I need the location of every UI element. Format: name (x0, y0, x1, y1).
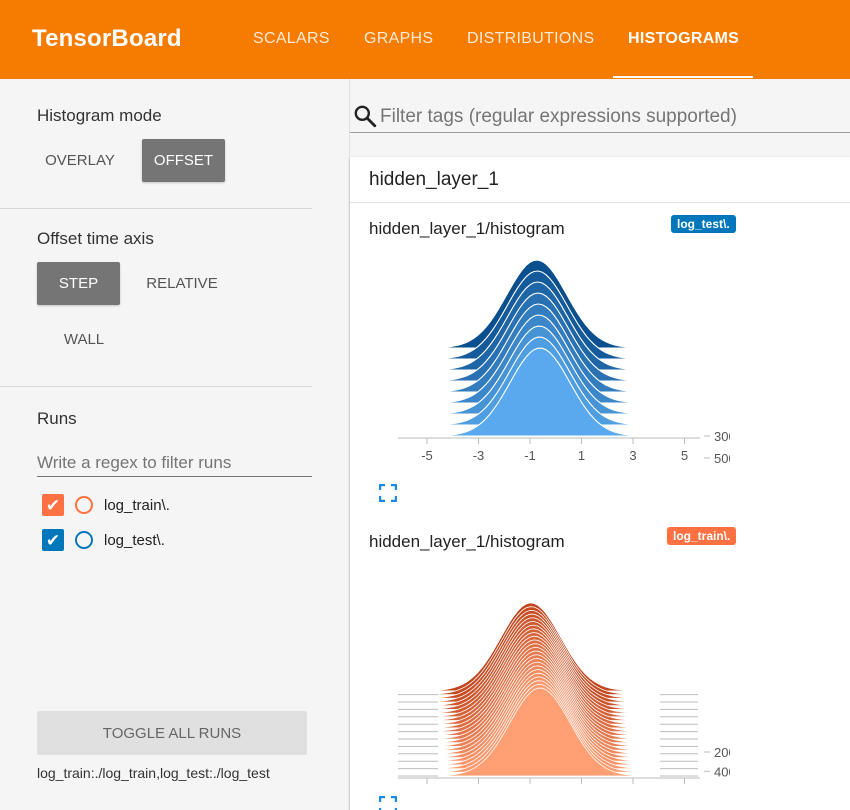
tag-card: hidden_layer_1 hidden_layer_1/histogram … (350, 157, 850, 810)
histogram-chart: -5-3-11352004006008001000 (398, 602, 730, 785)
plot-title: hidden_layer_1/histogram (369, 532, 565, 551)
app-brand[interactable]: TensorBoard (32, 25, 182, 53)
x-tick-label: 5 (681, 448, 688, 463)
step-tick-label: 600 (714, 784, 730, 785)
active-tab-indicator (613, 76, 753, 78)
run-color-swatch[interactable] (75, 496, 93, 514)
card-title[interactable]: hidden_layer_1 (369, 169, 499, 191)
step-tick-label: 200 (714, 745, 730, 760)
run-badge: log_train\. (667, 527, 737, 545)
x-tick-label: 3 (629, 448, 636, 463)
relative-axis-button[interactable]: RELATIVE (134, 262, 230, 305)
toggle-all-runs-button[interactable]: TOGGLE ALL RUNS (37, 711, 307, 755)
x-tick-label: -3 (473, 448, 485, 463)
step-tick-label: 300 (714, 429, 730, 444)
runs-title: Runs (37, 409, 77, 428)
x-tick-label: -5 (421, 448, 433, 463)
run-checkbox[interactable]: ✔ (42, 529, 64, 551)
sidebar-divider (0, 208, 312, 209)
step-axis-button[interactable]: STEP (37, 262, 120, 305)
run-checkbox[interactable]: ✔ (42, 494, 64, 516)
fullscreen-expand-icon[interactable] (379, 484, 397, 502)
search-icon (354, 105, 377, 128)
fullscreen-expand-icon[interactable] (379, 796, 397, 810)
run-badge: log_test\. (671, 215, 736, 233)
wall-axis-button[interactable]: WALL (44, 318, 124, 361)
run-label: log_test\. (104, 531, 165, 549)
plot-title: hidden_layer_1/histogram (369, 219, 565, 238)
run-color-swatch[interactable] (75, 531, 93, 549)
offset-time-axis-title: Offset time axis (37, 229, 154, 248)
tab-graphs[interactable]: GRAPHS (364, 30, 433, 48)
overlay-mode-button[interactable]: OVERLAY (37, 139, 123, 182)
histogram-mode-title: Histogram mode (37, 106, 162, 125)
sidebar-divider (0, 386, 312, 387)
step-tick-label: 400 (714, 764, 730, 779)
histogram-chart: -5-3-1135300500700900 (398, 259, 730, 466)
tag-filter-underline (350, 132, 850, 133)
x-tick-label: -1 (524, 448, 536, 463)
tab-scalars[interactable]: SCALARS (253, 30, 330, 48)
tag-filter-input[interactable] (380, 103, 850, 131)
main-panel: hidden_layer_1 hidden_layer_1/histogram … (350, 79, 850, 810)
top-bar: TensorBoard SCALARS GRAPHS DISTRIBUTIONS… (0, 0, 850, 79)
offset-mode-button[interactable]: OFFSET (142, 139, 225, 182)
run-item-log-train[interactable]: ✔ log_train\. (42, 493, 170, 517)
x-tick-label: 1 (578, 448, 585, 463)
run-paths-text: log_train:./log_train,log_test:./log_tes… (37, 765, 270, 781)
run-item-log-test[interactable]: ✔ log_test\. (42, 528, 165, 552)
tab-histograms[interactable]: HISTOGRAMS (628, 30, 739, 48)
run-label: log_train\. (104, 496, 170, 514)
run-filter-input[interactable] (37, 449, 312, 477)
sidebar: Histogram mode OVERLAY OFFSET Offset tim… (0, 79, 350, 810)
step-tick-label: 500 (714, 451, 730, 466)
tab-distributions[interactable]: DISTRIBUTIONS (467, 30, 594, 48)
card-divider (350, 202, 850, 203)
